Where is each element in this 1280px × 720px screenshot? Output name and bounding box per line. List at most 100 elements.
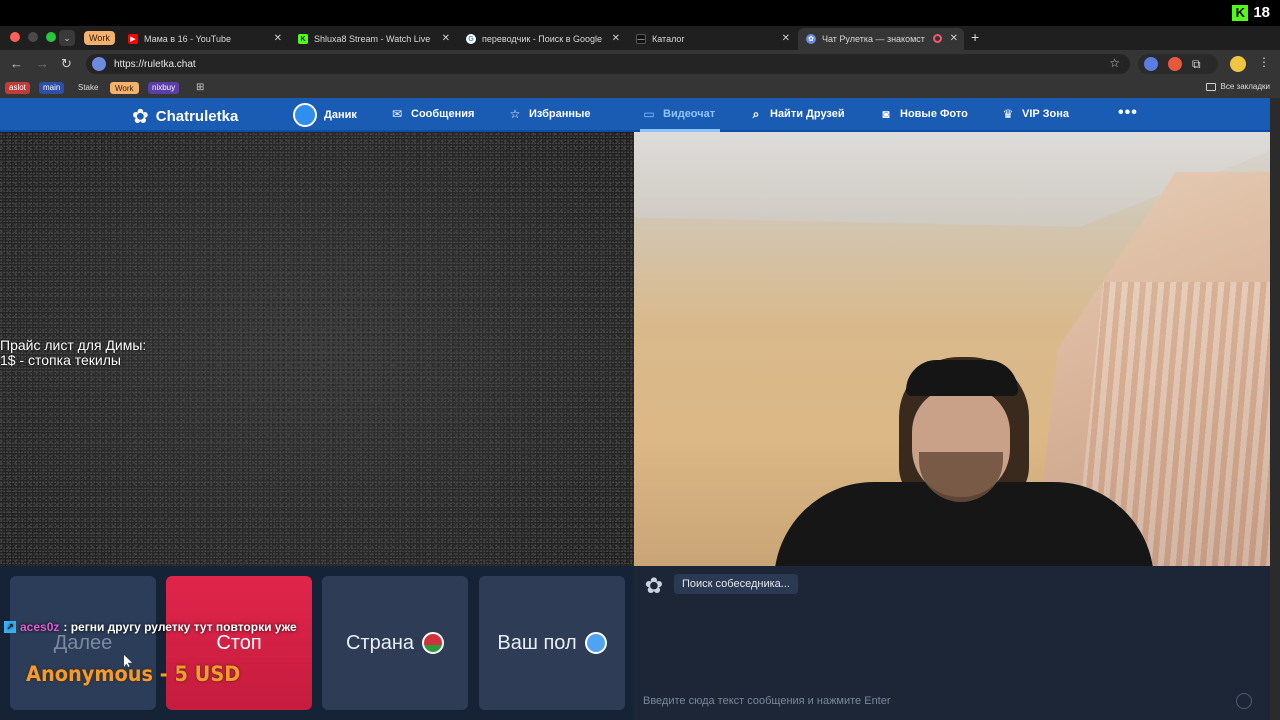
tab-search-icon[interactable]: ⌄ bbox=[59, 30, 75, 46]
tab-title: Каталог bbox=[652, 34, 685, 44]
chatruletka-logo-icon: ✿ bbox=[644, 573, 664, 598]
close-tab-icon[interactable]: ✕ bbox=[782, 33, 790, 44]
close-tab-icon[interactable]: ✕ bbox=[274, 33, 282, 44]
nav-user-profile[interactable]: Даник bbox=[293, 103, 357, 127]
chat-username: aces0z bbox=[20, 620, 60, 634]
minimize-window-button[interactable] bbox=[28, 32, 38, 42]
bookmark-star-icon[interactable]: ☆ bbox=[1109, 56, 1120, 70]
browser-tab[interactable]: G переводчик - Поиск в Google ✕ bbox=[458, 28, 626, 50]
nav-vip[interactable]: ♛ VIP Зона bbox=[1001, 107, 1069, 121]
folder-icon bbox=[1205, 82, 1216, 91]
window-controls bbox=[10, 32, 56, 42]
chatruletka-logo-icon: ✿ bbox=[132, 106, 149, 128]
extension-icon[interactable] bbox=[1144, 57, 1158, 71]
person-cap bbox=[906, 360, 1018, 396]
user-avatar bbox=[293, 103, 317, 127]
nav-find-friends[interactable]: ⌕ Найти Друзей bbox=[749, 106, 845, 121]
browser-tab[interactable]: — Каталог ✕ bbox=[628, 28, 796, 50]
brand-logo[interactable]: ✿ Chatruletka bbox=[132, 104, 238, 129]
chatruletka-favicon-icon: ✿ bbox=[806, 34, 816, 44]
nav-messages-label: Сообщения bbox=[411, 108, 475, 120]
extensions-group: ⧉ bbox=[1138, 54, 1218, 74]
chat-badge-icon: ↗ bbox=[4, 621, 16, 633]
tab-group-chip[interactable]: Work bbox=[84, 31, 115, 45]
nav-user-label: Даник bbox=[324, 109, 357, 121]
next-button[interactable]: Далее bbox=[10, 576, 156, 710]
extension-icon[interactable] bbox=[1168, 57, 1182, 71]
close-tab-icon[interactable]: ✕ bbox=[442, 33, 450, 44]
bookmark-stake[interactable]: Stake bbox=[74, 82, 102, 94]
page-scrollbar[interactable] bbox=[1270, 98, 1280, 720]
bookmark-aslot[interactable]: aslot bbox=[5, 82, 30, 94]
site-navbar: ✿ Chatruletka Даник ✉ Сообщения ☆ Избран… bbox=[0, 98, 1270, 132]
back-arrow-icon[interactable]: ← bbox=[10, 56, 23, 71]
overlay-line-1: Прайс лист для Димы: bbox=[0, 337, 147, 353]
site-info-icon[interactable] bbox=[92, 57, 106, 71]
forward-arrow-icon[interactable]: → bbox=[36, 56, 49, 71]
nav-videochat-label: Видеочат bbox=[663, 108, 716, 120]
brand-name: Chatruletka bbox=[155, 108, 239, 125]
nav-favorites-label: Избранные bbox=[529, 108, 591, 120]
bookmark-main[interactable]: main bbox=[39, 82, 65, 94]
emoji-icon[interactable] bbox=[1236, 693, 1252, 709]
belarus-flag-icon bbox=[422, 632, 445, 654]
bookmark-nixbuy[interactable]: nixbuy bbox=[148, 82, 180, 94]
catalog-favicon-icon: — bbox=[636, 34, 646, 44]
browser-tab[interactable]: K Shluxa8 Stream - Watch Live ✕ bbox=[290, 28, 456, 50]
nav-new-photos[interactable]: ◙ Новые Фото bbox=[879, 107, 967, 121]
all-bookmarks-button[interactable]: Все закладки bbox=[1205, 82, 1270, 91]
chat-text: : регни другу рулетку тут повторки уже bbox=[63, 620, 297, 634]
country-button[interactable]: Страна bbox=[322, 576, 468, 710]
all-bookmarks-label: Все закладки bbox=[1220, 82, 1270, 91]
more-menu-icon[interactable]: ••• bbox=[1118, 104, 1138, 122]
stream-top-bar: K 18 bbox=[0, 0, 1280, 26]
url-text[interactable]: https://ruletka.chat bbox=[114, 59, 196, 70]
browser-tab-active[interactable]: ✿ Чат Рулетка — знакомст ✕ bbox=[798, 28, 964, 50]
tab-title: переводчик - Поиск в Google bbox=[482, 34, 603, 44]
donation-alert: Anonymous - 5 USD bbox=[26, 662, 241, 686]
overlay-line-2: 1$ - стопка текилы bbox=[0, 352, 121, 368]
apps-grid-icon[interactable]: ⊞ bbox=[192, 82, 208, 94]
gender-button[interactable]: Ваш пол bbox=[479, 576, 625, 710]
envelope-icon: ✉ bbox=[391, 107, 403, 121]
puzzle-extensions-icon[interactable]: ⧉ bbox=[1192, 57, 1201, 72]
text-chat-panel: ✿ Поиск собеседника... bbox=[634, 566, 1270, 720]
tab-title: Чат Рулетка — знакомст bbox=[822, 34, 925, 44]
next-button-label: Далее bbox=[53, 631, 113, 654]
browser-tab-strip: ⌄ Work ▶ Мама в 16 - YouTube ✕ K Shluxa8… bbox=[0, 26, 1280, 50]
nav-videochat[interactable]: ▭ Видеочат bbox=[642, 107, 716, 121]
viewer-count-badge: K 18 bbox=[1232, 4, 1270, 21]
recording-indicator-icon bbox=[933, 34, 942, 43]
reload-icon[interactable]: ↻ bbox=[61, 56, 72, 72]
bookmarks-bar: aslot main Stake Work nixbuy ⊞ Все закла… bbox=[0, 78, 1280, 98]
chat-message-input[interactable] bbox=[634, 688, 1262, 714]
stop-button[interactable]: Стоп bbox=[166, 576, 312, 710]
new-tab-button[interactable]: + bbox=[971, 29, 979, 45]
browser-menu-icon[interactable]: ⋮ bbox=[1258, 55, 1270, 69]
tab-title: Shluxa8 Stream - Watch Live bbox=[314, 34, 431, 44]
own-camera-video bbox=[634, 132, 1270, 566]
close-window-button[interactable] bbox=[10, 32, 20, 42]
close-tab-icon[interactable]: ✕ bbox=[950, 33, 958, 44]
stop-button-label: Стоп bbox=[216, 631, 262, 654]
browser-tab[interactable]: ▶ Мама в 16 - YouTube ✕ bbox=[120, 28, 288, 50]
nav-vip-label: VIP Зона bbox=[1022, 108, 1069, 120]
viewer-count: 18 bbox=[1253, 4, 1270, 21]
address-bar[interactable]: https://ruletka.chat ☆ bbox=[86, 54, 1130, 74]
stream-chat-message: ↗ aces0z : регни другу рулетку тут повто… bbox=[4, 620, 297, 634]
control-panel: Далее Стоп Страна Ваш пол bbox=[0, 566, 634, 720]
nav-favorites[interactable]: ☆ Избранные bbox=[508, 107, 591, 121]
bookmark-work[interactable]: Work bbox=[110, 82, 139, 94]
browser-toolbar: ← → ↻ https://ruletka.chat ☆ ⧉ ⋮ bbox=[0, 50, 1280, 78]
country-button-label: Страна bbox=[345, 631, 415, 654]
maximize-window-button[interactable] bbox=[46, 32, 56, 42]
close-tab-icon[interactable]: ✕ bbox=[612, 33, 620, 44]
kick-favicon-icon: K bbox=[298, 34, 308, 44]
nav-messages[interactable]: ✉ Сообщения bbox=[390, 107, 475, 121]
google-favicon-icon: G bbox=[466, 34, 476, 44]
profile-avatar[interactable] bbox=[1230, 56, 1246, 72]
nav-find-friends-label: Найти Друзей bbox=[770, 108, 845, 120]
search-icon: ⌕ bbox=[752, 106, 760, 121]
gender-button-label: Ваш пол bbox=[497, 631, 577, 654]
gender-icon bbox=[584, 632, 607, 654]
